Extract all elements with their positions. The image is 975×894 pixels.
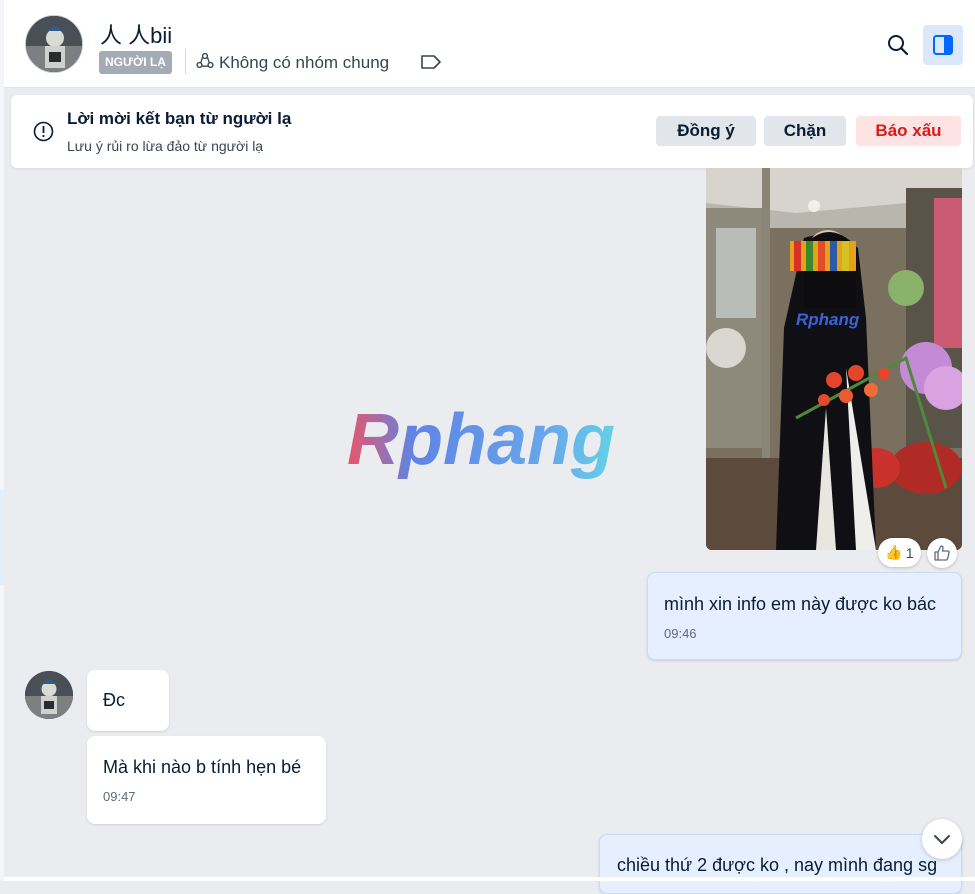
photo-message[interactable]: Rphang <box>706 168 962 550</box>
message-time: 09:46 <box>664 626 697 641</box>
left-edge-mark <box>0 490 4 585</box>
search-icon <box>888 35 909 56</box>
scroll-to-bottom-button[interactable] <box>922 819 962 859</box>
sidebar-panel-icon <box>933 35 953 55</box>
message-text: chiều thứ 2 được ko , nay mình đang sg <box>617 855 938 875</box>
friend-request-banner: Lời mời kết bạn từ người lạ Lưu ý rủi ro… <box>11 95 973 168</box>
accept-button[interactable]: Đồng ý <box>656 116 756 146</box>
photo-watermark: Rphang <box>796 310 860 329</box>
friend-request-subtitle: Lưu ý rủi ro lừa đảo từ người lạ <box>67 138 264 154</box>
block-button[interactable]: Chặn <box>764 116 846 146</box>
header-divider <box>185 49 186 74</box>
photo-content: Rphang <box>706 168 962 550</box>
message-text: Mà khi nào b tính hẹn bé <box>103 757 302 777</box>
message-text: Đc <box>103 690 125 710</box>
conversation-info-toggle[interactable] <box>923 25 963 65</box>
chevron-down-icon <box>934 835 950 844</box>
message-bubble-sent[interactable]: mình xin info em này được ko bác 09:46 <box>647 572 962 660</box>
search-button[interactable] <box>882 29 914 61</box>
message-bubble-received[interactable]: Đc <box>87 670 169 731</box>
chat-header: 人 人bii NGƯỜI LẠ Không có nhóm chung <box>4 0 975 88</box>
sender-avatar[interactable] <box>25 671 73 719</box>
thumbs-up-emoji-icon: 👍 <box>885 544 903 560</box>
message-text: mình xin info em này được ko bác <box>664 594 936 614</box>
stranger-badge: NGƯỜI LẠ <box>99 51 172 74</box>
like-button[interactable] <box>927 538 957 568</box>
thumbs-up-outline-icon <box>934 545 950 561</box>
watermark-logo: Rphang <box>347 400 615 480</box>
warning-info-icon <box>33 121 54 142</box>
friend-request-title: Lời mời kết bạn từ người lạ <box>67 109 292 128</box>
group-icon <box>196 52 214 69</box>
common-groups-label[interactable]: Không có nhóm chung <box>219 53 389 73</box>
composer-edge <box>4 877 975 881</box>
left-edge <box>0 0 4 881</box>
contact-name[interactable]: 人 人bii <box>100 18 172 50</box>
message-time: 09:47 <box>103 789 136 804</box>
watermark-text: Rphang <box>347 400 615 480</box>
contact-avatar[interactable] <box>25 15 83 73</box>
tag-icon[interactable] <box>420 54 442 70</box>
reaction-count: 1 <box>905 544 914 561</box>
report-button[interactable]: Báo xấu <box>856 116 961 146</box>
reaction-summary[interactable]: 👍 1 <box>878 538 921 567</box>
message-bubble-received[interactable]: Mà khi nào b tính hẹn bé 09:47 <box>87 736 326 824</box>
message-bubble-sent[interactable]: chiều thứ 2 được ko , nay mình đang sg <box>599 834 962 894</box>
